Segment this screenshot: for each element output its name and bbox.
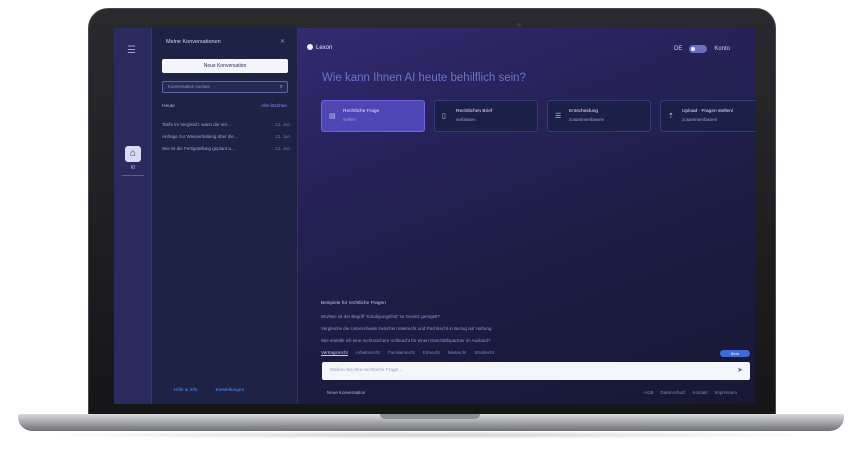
card-title: Rechtliche Frage — [343, 109, 380, 114]
brand-logo: Lexon — [307, 44, 332, 51]
account-menu[interactable]: Konto — [714, 46, 730, 52]
conversation-date: 12. Jun — [275, 146, 290, 151]
conversation-item[interactable]: Tarife im Vergleich: wann die Ver… 12. J… — [162, 119, 290, 131]
suggestions-title: Beispiele für rechtliche Fragen — [321, 301, 386, 306]
menu-icon[interactable]: ☰ — [127, 46, 139, 56]
theme-toggle[interactable] — [689, 45, 708, 53]
tab-topic[interactable]: Arbeitsrecht — [356, 350, 380, 356]
suggestion-item[interactable]: Wie erstelle ich eine rechtssichere Voll… — [321, 338, 490, 343]
suggestion-item[interactable]: Wo/Wie ist der Begriff 'Kündigungsfrist'… — [321, 314, 440, 319]
tab-topic[interactable]: Strafrecht — [474, 350, 494, 356]
logo-icon — [307, 44, 313, 50]
topic-tabs: Vertragsrecht Arbeitsrecht Familienrecht… — [321, 350, 494, 356]
tab-topic[interactable]: Familienrecht — [388, 350, 415, 356]
conversation-list: Tarife im Vergleich: wann die Ver… 12. J… — [162, 119, 290, 155]
page-headline: Wie kann Ihnen AI heute behilflich sein? — [322, 72, 526, 84]
language-switch[interactable]: DE — [674, 46, 682, 52]
app-icon[interactable]: ⌂ — [125, 146, 141, 162]
tab-topic[interactable]: Erbrecht — [423, 350, 440, 356]
card-title: Rechtlichen Brief — [456, 109, 493, 114]
document-icon: ▯ — [442, 113, 446, 120]
input-placeholder: Stellen Sie Ihre rechtliche Frage... — [330, 368, 403, 373]
search-icon: ⌕ — [279, 84, 283, 90]
card-subtitle: verfassen — [456, 117, 476, 122]
suggestion-item[interactable]: Vergleiche die Unterschiede zwischen Mie… — [321, 326, 493, 331]
search-placeholder: Konversation suchen — [168, 84, 211, 89]
rail-app-label: KI — [130, 165, 136, 171]
card-upload[interactable]: ⇡ Upload - Fragen stellen/ zusammenfasse… — [660, 100, 755, 132]
card-title: Entscheidung — [569, 109, 599, 114]
panel-title: Meine Konversationen — [166, 39, 221, 45]
new-conversation-button[interactable]: Neue Konversation — [162, 59, 288, 73]
panel-footer: Hilfe & Info Einstellungen — [174, 388, 244, 393]
card-title: Upload - Fragen stellen/ — [682, 109, 734, 114]
card-summarize-decision[interactable]: ☰ Entscheidung zusammenfassen — [547, 100, 651, 132]
conversation-date: 12. Jun — [275, 122, 290, 127]
close-icon[interactable]: ✕ — [280, 38, 285, 45]
conversation-title: Wie ist die Fertigstellung geplant a… — [162, 146, 236, 151]
left-rail: ☰ ⌂ KI — [114, 28, 152, 404]
section-label: Heute — [162, 104, 175, 109]
footer-link[interactable]: AGB — [644, 390, 654, 395]
settings-link[interactable]: Einstellungen — [215, 388, 244, 393]
laptop-notch — [380, 414, 480, 419]
brand-name: Lexon — [316, 45, 333, 51]
help-link[interactable]: Hilfe & Info — [174, 388, 197, 393]
tab-topic[interactable]: Mietrecht — [448, 350, 467, 356]
card-subtitle: zusammenfassen — [569, 117, 605, 122]
chat-icon: ▤ — [329, 113, 336, 120]
send-icon[interactable]: ➤ — [737, 362, 743, 380]
laptop-shadow — [30, 431, 830, 439]
conversation-panel: Meine Konversationen ✕ Neue Konversation… — [152, 28, 298, 404]
upload-icon: ⇡ — [668, 113, 674, 120]
delete-all-link[interactable]: Alle löschen — [261, 104, 287, 109]
footer-link[interactable]: Datenschutz — [661, 390, 686, 395]
app-screen: ☰ ⌂ KI Meine Konversationen ✕ Neue Konve… — [114, 28, 755, 404]
card-write-letter[interactable]: ▯ Rechtlichen Brief verfassen — [434, 100, 538, 132]
camera-icon — [517, 23, 521, 27]
conversation-title: Anfrage zur Wasserhaltung über die… — [162, 134, 239, 139]
conversation-search-input[interactable]: Konversation suchen ⌕ — [162, 81, 288, 93]
footer-link[interactable]: Impressum — [715, 390, 737, 395]
header-controls: DE Konto — [674, 45, 730, 53]
footer-links: AGB Datenschutz Kontakt Impressum — [644, 390, 737, 395]
card-subtitle: zusammenfassen — [682, 117, 718, 122]
question-input[interactable]: Stellen Sie Ihre rechtliche Frage... ➤ — [322, 362, 750, 380]
conversation-date: 12. Jun — [275, 134, 290, 139]
conversation-item[interactable]: Wie ist die Fertigstellung geplant a… 12… — [162, 143, 290, 155]
footer-link[interactable]: Kontakt — [693, 390, 708, 395]
summary-icon: ☰ — [555, 113, 562, 120]
action-cards: ▤ Rechtliche Frage stellen ▯ Rechtlichen… — [321, 100, 755, 132]
card-subtitle: stellen — [343, 117, 357, 122]
card-ask-question[interactable]: ▤ Rechtliche Frage stellen — [321, 100, 425, 132]
beta-badge: Beta — [720, 350, 750, 357]
tab-topic[interactable]: Vertragsrecht — [321, 350, 348, 356]
rail-divider — [122, 175, 144, 176]
new-conversation-link[interactable]: Neue Konversation — [327, 390, 365, 395]
conversation-item[interactable]: Anfrage zur Wasserhaltung über die… 12. … — [162, 131, 290, 143]
conversation-title: Tarife im Vergleich: wann die Ver… — [162, 122, 232, 127]
